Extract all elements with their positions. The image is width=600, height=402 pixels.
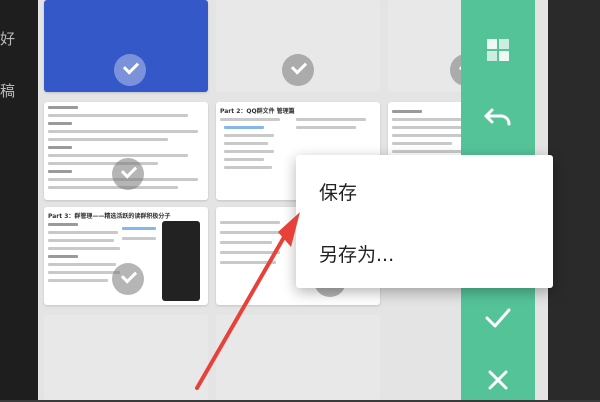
clipped-text: 稿 [0,82,16,100]
page-thumbnail-selected[interactable] [44,0,208,92]
left-clipped-text-strip: 好 稿 [0,0,38,400]
thumbnail-title: Part 2：QQ群文件 管理篇 [220,108,295,115]
undo-icon[interactable] [461,95,535,139]
page-thumbnail[interactable] [44,315,208,400]
layers-icon[interactable] [461,28,535,72]
page-thumbnail[interactable] [216,315,380,400]
page-thumbnail[interactable] [216,0,380,92]
menu-item-save-as[interactable]: 另存为... [319,240,394,267]
confirm-check-icon[interactable] [461,296,535,340]
select-check-icon[interactable] [282,54,314,86]
select-check-icon[interactable] [112,158,144,190]
thumbnail-title: Part 3：群管理——精选活跃的读群积极分子 [48,213,171,220]
menu-item-save[interactable]: 保存 [319,178,357,205]
refresh-icon[interactable] [461,0,535,22]
clipped-text: 好 [0,30,16,48]
save-context-menu: 保存 另存为... [296,155,553,288]
page-thumbnail[interactable] [44,102,208,200]
page-thumbnail[interactable]: Part 3：群管理——精选活跃的读群积极分子 [44,207,208,305]
select-check-icon[interactable] [112,263,144,295]
right-dark-strip [548,0,600,400]
close-icon[interactable] [461,358,535,402]
selected-check-icon[interactable] [114,54,146,86]
phone-screenshot [162,221,200,301]
